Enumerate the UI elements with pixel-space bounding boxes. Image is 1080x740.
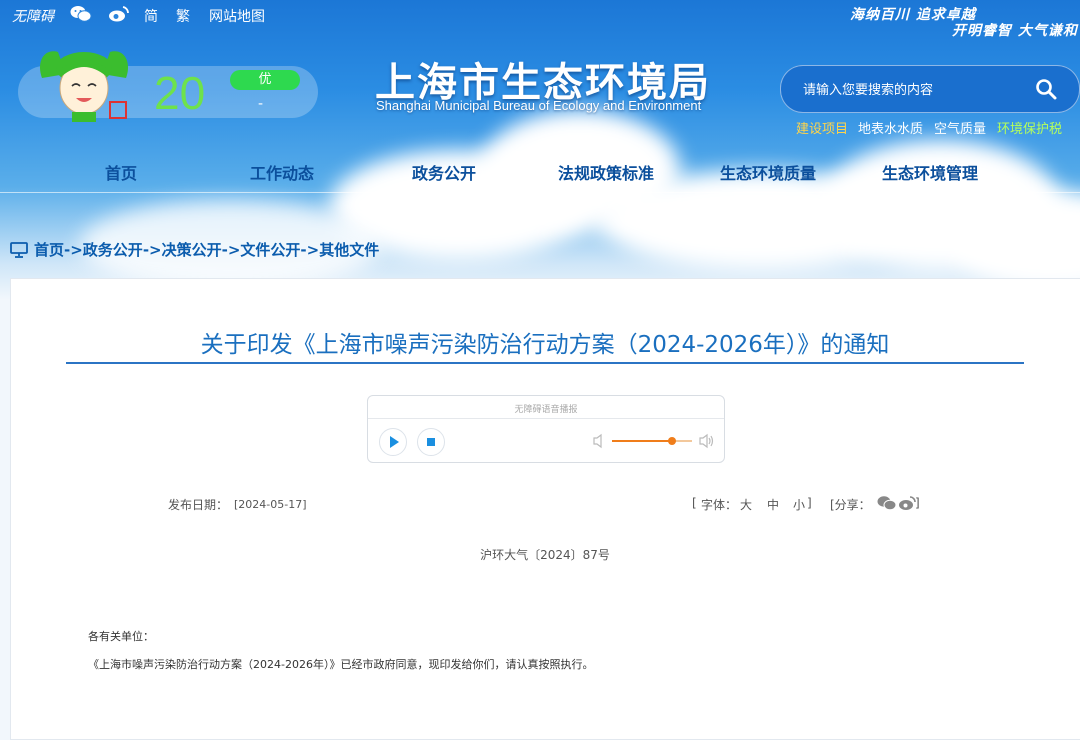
quick-link-env-tax[interactable]: 环境保护税 (997, 118, 1062, 137)
publish-date: [2024-05-17] (234, 498, 307, 511)
monitor-icon (10, 242, 28, 258)
stop-button[interactable] (417, 428, 445, 456)
breadcrumb-decision-disclosure[interactable]: ->决策公开 (143, 241, 222, 259)
share-close-bracket: ] (915, 496, 920, 510)
play-button[interactable] (379, 428, 407, 456)
volume-fill (612, 440, 672, 442)
title-divider (66, 362, 1024, 364)
nav-item-work-news[interactable]: 工作动态 (250, 160, 314, 184)
play-icon (390, 436, 399, 448)
volume-mute-icon[interactable] (592, 433, 606, 449)
breadcrumb-other-documents[interactable]: ->其他文件 (300, 241, 379, 259)
font-size-large[interactable]: 大 (740, 496, 752, 513)
volume-up-icon[interactable] (698, 433, 714, 449)
aqi-level-badge: 优 (230, 70, 300, 90)
search-box (780, 65, 1080, 113)
main-nav: 首页 工作动态 政务公开 法规政策标准 生态环境质量 生态环境管理 (0, 150, 1080, 193)
font-size-small[interactable]: 小 (793, 496, 805, 513)
nav-item-regulations[interactable]: 法规政策标准 (558, 160, 654, 184)
breadcrumb: 首页->政务公开->决策公开->文件公开->其他文件 (10, 239, 379, 260)
nav-item-environment-management[interactable]: 生态环境管理 (882, 160, 978, 184)
wechat-icon[interactable] (70, 5, 92, 27)
share-weibo-icon[interactable] (898, 495, 916, 514)
player-label: 无障碍语音播报 (514, 405, 578, 415)
breadcrumb-document-disclosure[interactable]: ->文件公开 (222, 241, 301, 259)
font-size-close-bracket: ] (807, 496, 812, 510)
font-size-open-bracket: [ (692, 496, 697, 510)
site-subtitle: Shanghai Municipal Bureau of Ecology and… (376, 98, 702, 113)
share-label: [分享： (830, 498, 871, 512)
quick-link-construction[interactable]: 建设项目 (796, 118, 848, 137)
accessibility-link[interactable]: 无障碍 (12, 6, 54, 26)
player-divider (368, 418, 724, 419)
salutation: 各有关单位： (88, 630, 154, 643)
font-size-label: 字体： (701, 498, 738, 512)
mascot-image (36, 44, 132, 122)
nav-item-environment-quality[interactable]: 生态环境质量 (720, 160, 816, 184)
traditional-chinese-link[interactable]: 繁 (176, 6, 190, 26)
share-wechat-icon[interactable] (877, 495, 897, 514)
stop-icon (427, 438, 435, 446)
article-title: 关于印发《上海市噪声污染防治行动方案（2024-2026年）》的通知 (200, 332, 890, 358)
search-icon[interactable] (1035, 78, 1057, 100)
quick-link-air-quality[interactable]: 空气质量 (934, 118, 986, 137)
voice-player: 无障碍语音播报 (367, 395, 725, 463)
document-number: 沪环大气〔2024〕87号 (480, 548, 610, 562)
top-bar: 无障碍 简 繁 网站地图 海纳百川 追求卓越 开明睿智 大气谦和 (0, 0, 1080, 39)
quick-link-water-quality[interactable]: 地表水水质 (858, 118, 923, 137)
font-size-medium[interactable]: 中 (767, 496, 779, 513)
slogan-line-2: 开明睿智 大气谦和 (952, 23, 1078, 39)
nav-item-home[interactable]: 首页 (105, 160, 137, 184)
aqi-pollutant: - (258, 96, 264, 112)
volume-slider[interactable] (612, 437, 692, 445)
nav-item-government-affairs[interactable]: 政务公开 (412, 160, 476, 184)
volume-knob[interactable] (668, 437, 676, 445)
publish-date-label: 发布日期： (168, 498, 229, 512)
search-input[interactable] (801, 78, 1025, 102)
simplified-chinese-link[interactable]: 简 (144, 6, 158, 26)
breadcrumb-home[interactable]: 首页 (34, 241, 64, 259)
weibo-icon[interactable] (108, 5, 130, 27)
aqi-value: 20 (154, 67, 206, 119)
sitemap-link[interactable]: 网站地图 (209, 6, 265, 26)
breadcrumb-government-affairs[interactable]: ->政务公开 (64, 241, 143, 259)
article-paragraph: 《上海市噪声污染防治行动方案（2024-2026年）》已经市政府同意，现印发给你… (88, 658, 594, 671)
